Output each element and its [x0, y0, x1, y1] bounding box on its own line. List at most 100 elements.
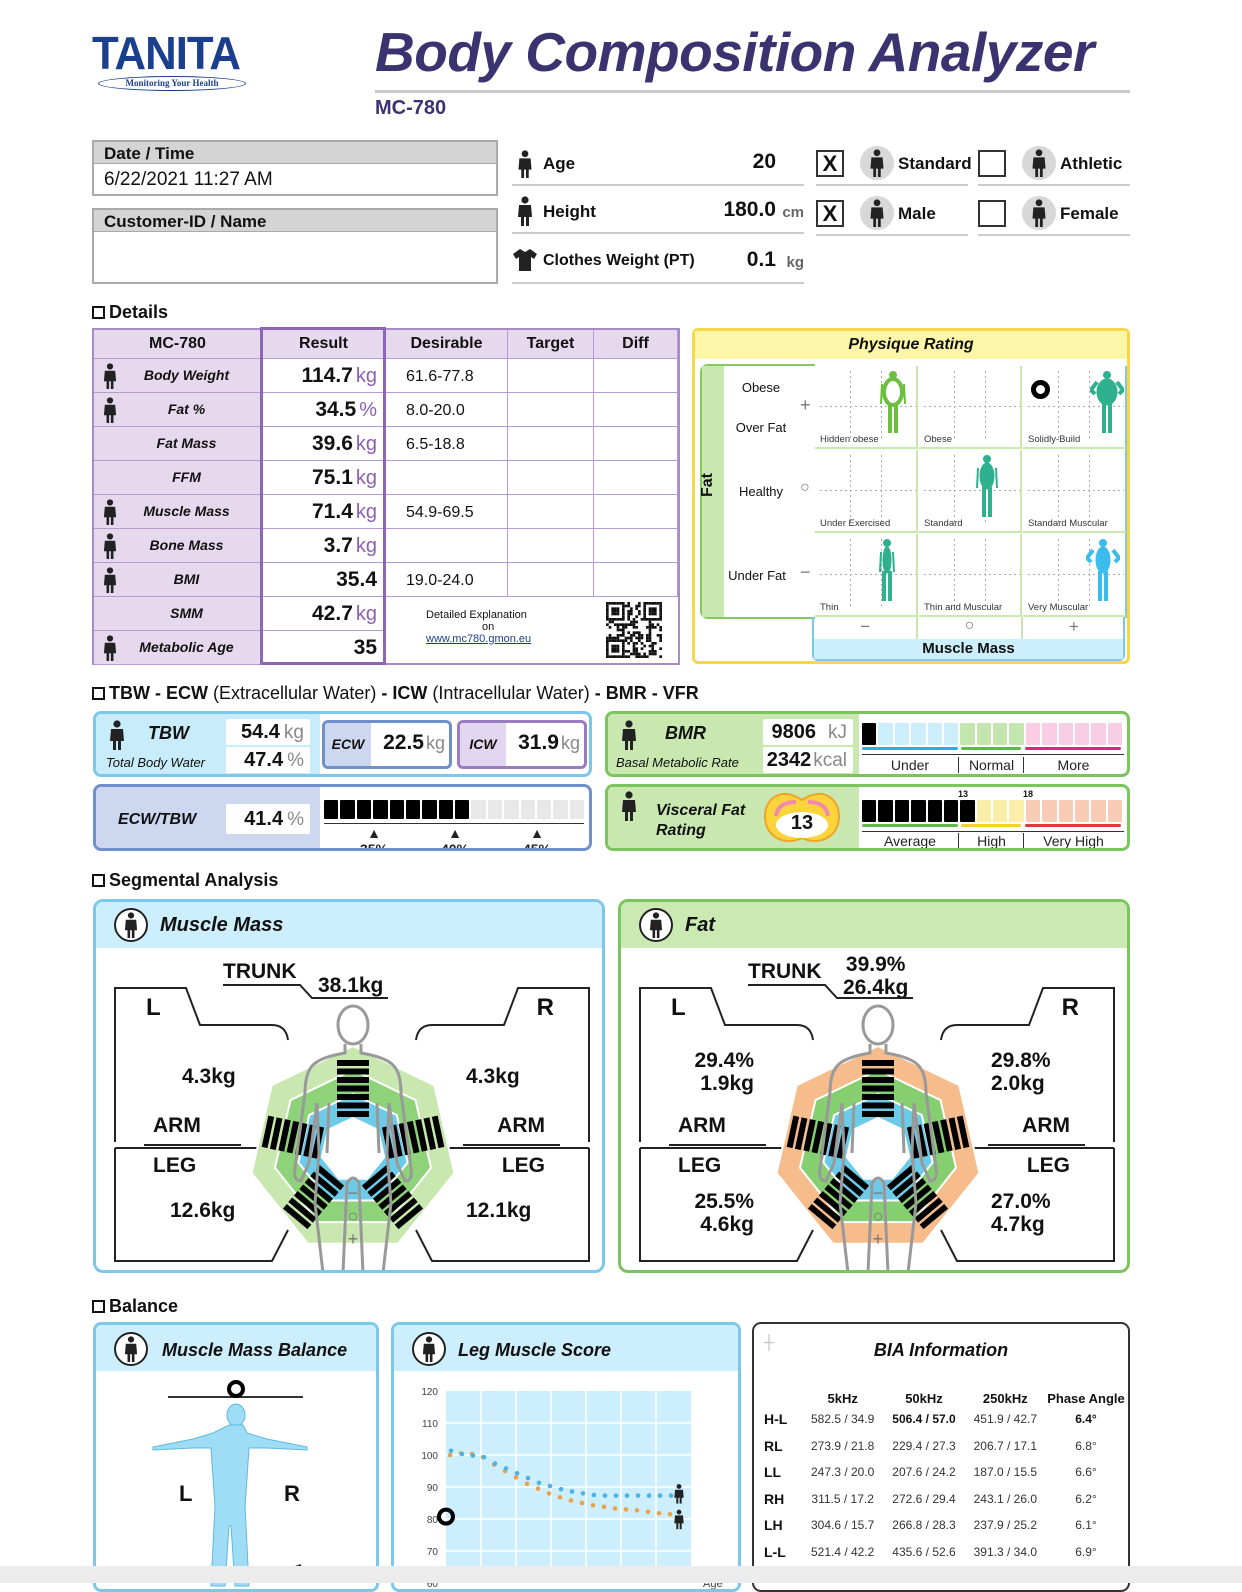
bmr-segment	[1058, 723, 1073, 745]
trunk-bar	[862, 1094, 894, 1100]
male-curve-point	[613, 1493, 619, 1498]
target-cell	[508, 461, 594, 495]
ecw-tbw-bar	[324, 800, 586, 819]
vfr-range-very-high: Very High	[1043, 833, 1104, 849]
balance-marker	[227, 1380, 245, 1398]
row-label: BMI	[94, 563, 262, 597]
bia-row: RH 311.5 / 17.2 272.6 / 29.4 243.1 / 26.0 6.…	[754, 1486, 1126, 1513]
trunk-bar	[862, 1077, 894, 1083]
female-checkbox[interactable]	[978, 200, 1006, 227]
fat-level-healthy: Healthy	[738, 484, 784, 499]
ecw-tbw-segment	[569, 800, 584, 819]
physique-cell: Obese	[919, 366, 1022, 449]
ecw-value: 22.5 kg	[383, 731, 445, 754]
male-curve-point	[646, 1493, 652, 1498]
trunk-bar	[337, 1111, 369, 1117]
bmr-segment	[960, 723, 975, 745]
bmr-kj: 9806 kJ	[763, 719, 853, 745]
bia-row: LH 304.6 / 15.7 266.8 / 28.3 237.9 / 25.2 6.…	[754, 1512, 1126, 1539]
male-checkbox[interactable]: X	[816, 200, 844, 227]
male-option[interactable]: X Male	[816, 190, 968, 236]
female-icon	[1022, 196, 1056, 230]
male-curve-point	[470, 1453, 476, 1458]
row-label-text: Muscle Mass	[143, 503, 230, 519]
target-cell	[508, 563, 594, 597]
desirable-value: 54.9-69.5	[386, 495, 508, 529]
bia-cell: 6.6°	[1075, 1465, 1097, 1480]
athletic-option[interactable]: Athletic	[978, 140, 1130, 186]
trunk-bar	[337, 1102, 369, 1109]
datetime-label: Date / Time	[94, 142, 496, 164]
qr-code-icon[interactable]	[606, 602, 662, 658]
standard-checkbox[interactable]: X	[816, 150, 844, 177]
ecw-tbw-segment	[520, 800, 535, 819]
physique-cell-label: Standard	[924, 518, 963, 529]
right-label: R	[1061, 994, 1079, 1021]
ecw-tbw-segment	[455, 800, 470, 819]
bia-cell: 206.7 / 17.1	[973, 1438, 1038, 1453]
leg-score-title: Leg Muscle Score	[458, 1340, 612, 1360]
desirable-value: 19.0-24.0	[386, 563, 508, 597]
bia-col-phase: Phase Angle	[1047, 1391, 1125, 1406]
result-value: 75.1 kg	[262, 461, 386, 495]
bia-cell: LH	[764, 1517, 783, 1534]
male-icon	[860, 196, 894, 230]
physique-cell-label: Hidden obese	[820, 434, 879, 445]
bia-col-5khz: 5kHz	[827, 1391, 858, 1406]
fat-level-over-fat: Over Fat	[735, 420, 787, 435]
bmr-segment	[911, 723, 926, 745]
physique-cell: Under Exercised	[815, 450, 918, 533]
scale-symbol: +	[873, 1229, 884, 1249]
row-label-text: BMI	[173, 571, 200, 587]
ecw-tbw-segment	[422, 800, 437, 819]
vfr-segment	[1025, 800, 1041, 822]
trunk-label: TRUNK	[748, 960, 822, 983]
left-arm-label: ARM	[153, 1114, 201, 1137]
vfr-segment	[1009, 800, 1024, 822]
age-label: Age	[543, 154, 576, 173]
standard-person-icon	[860, 146, 894, 180]
scale-symbol: −	[873, 1183, 884, 1203]
clothes-value: 0.1	[746, 248, 776, 271]
right-leg-value: 27.0% 4.7kg	[991, 1190, 1051, 1236]
clothes-label: Clothes Weight (PT)	[543, 252, 695, 269]
balance-right-label: R	[284, 1481, 300, 1506]
bmr-label: BMR	[665, 723, 706, 743]
female-option[interactable]: Female	[978, 190, 1130, 236]
trunk-bar	[337, 1094, 369, 1100]
standard-option[interactable]: X Standard	[816, 140, 972, 186]
bia-cell: 451.9 / 42.7	[973, 1412, 1038, 1427]
vfr-segment	[993, 800, 1008, 822]
bmr-kcal: 2342 kcal	[763, 747, 853, 773]
y-tick-label: 80	[427, 1515, 439, 1526]
bmr-segment	[927, 723, 942, 745]
datetime-box: Date / Time 6/22/2021 11:27 AM	[92, 140, 498, 196]
male-label: Male	[898, 204, 936, 223]
diff-cell	[594, 427, 678, 461]
leg-score-panel: Leg Muscle Score 1201101009080706077Age	[391, 1322, 741, 1592]
scale-symbol: ○	[873, 1206, 884, 1226]
athletic-checkbox[interactable]	[978, 150, 1006, 177]
muscle-plus-symbol: +	[1068, 617, 1079, 636]
muscle-axis-box: − ○ + Muscle Mass	[812, 617, 1125, 661]
height-value: 180.0	[723, 198, 776, 221]
male-curve-point	[580, 1491, 586, 1496]
result-value: 3.7 kg	[262, 529, 386, 563]
unit: kg	[355, 501, 377, 523]
bia-row: H-L 582.5 / 34.9 506.4 / 57.0 451.9 / 42.7 6…	[754, 1406, 1126, 1433]
bmr-sublabel: Basal Metabolic Rate	[616, 755, 739, 770]
balance-person-icon	[114, 1332, 148, 1366]
vfr-segment	[943, 800, 959, 822]
trunk-bar	[862, 1068, 894, 1075]
male-curve-point	[657, 1493, 663, 1498]
explanation-link[interactable]: www.mc780.gmon.eu	[426, 633, 626, 645]
row-label-text: Fat %	[167, 401, 206, 417]
bia-cell: L-L	[764, 1543, 786, 1560]
ecw-label: ECW	[325, 723, 371, 766]
column-header: Diff	[594, 330, 678, 359]
vfr-segment	[927, 800, 942, 822]
ecw-tbw-segment	[536, 800, 552, 819]
ecw-tbw-segment	[471, 800, 486, 819]
female-curve-point	[634, 1508, 640, 1513]
vfr-label: Visceral Fat Rating	[656, 802, 746, 839]
